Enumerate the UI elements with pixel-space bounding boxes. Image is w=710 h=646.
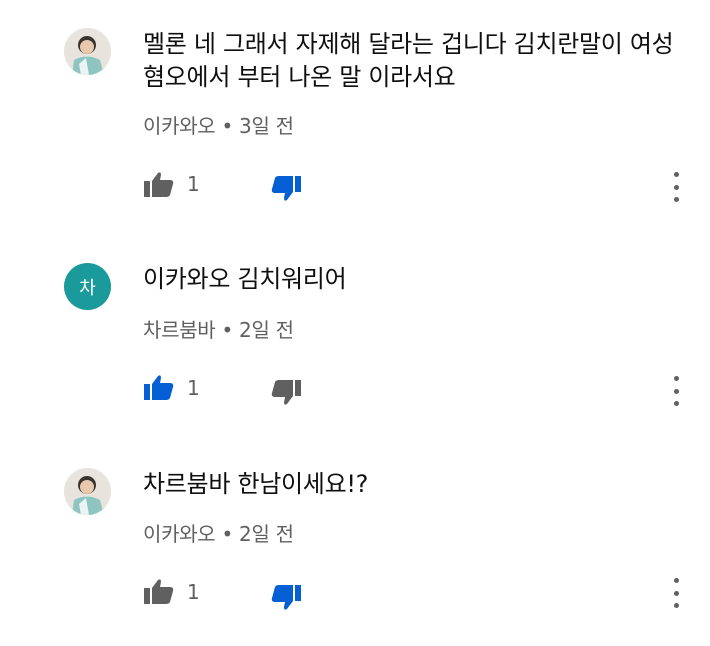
more-options-button[interactable] <box>666 172 686 202</box>
dot-icon <box>673 197 679 202</box>
comment-time: 3일 전 <box>239 114 294 138</box>
comment-text: 이카와오 김치워리어 <box>143 265 347 293</box>
user-avatar-photo-icon <box>64 28 111 75</box>
meta-separator: • <box>221 318 240 342</box>
comment-time: 2일 전 <box>239 318 294 342</box>
thumbs-down-icon <box>271 380 301 405</box>
avatar[interactable] <box>64 28 111 75</box>
meta-separator: • <box>221 114 240 138</box>
thumbs-up-icon <box>144 172 174 197</box>
author-name[interactable]: 차르붐바 <box>143 318 216 342</box>
like-button[interactable] <box>143 577 175 605</box>
thumbs-down-icon <box>271 585 301 610</box>
like-count: 1 <box>187 580 200 604</box>
more-options-button[interactable] <box>666 578 686 608</box>
dislike-button[interactable] <box>270 379 302 407</box>
more-options-button[interactable] <box>666 376 686 406</box>
avatar[interactable]: 차 <box>64 263 111 310</box>
dot-icon <box>673 603 679 608</box>
author-name[interactable]: 이카와오 <box>143 114 216 138</box>
dislike-button[interactable] <box>270 175 302 203</box>
thumbs-up-icon <box>144 579 174 604</box>
avatar-letter: 차 <box>79 277 96 299</box>
comment-text: 차르붐바 한남이세요!? <box>143 470 369 498</box>
avatar[interactable] <box>64 468 111 515</box>
comment-meta: 이카와오 • 3일 전 <box>143 110 294 139</box>
dot-icon <box>673 184 679 190</box>
meta-separator: • <box>221 522 240 546</box>
dot-icon <box>673 590 679 596</box>
dot-icon <box>673 388 679 394</box>
dot-icon <box>673 376 679 381</box>
author-name[interactable]: 이카와오 <box>143 522 216 546</box>
user-avatar-photo-icon <box>64 468 111 515</box>
like-button[interactable] <box>143 373 175 401</box>
comment-time: 2일 전 <box>239 522 294 546</box>
dot-icon <box>673 401 679 406</box>
thumbs-down-icon <box>271 176 301 201</box>
like-button[interactable] <box>143 170 175 198</box>
like-count: 1 <box>187 376 200 400</box>
dot-icon <box>673 578 679 583</box>
dot-icon <box>673 172 679 177</box>
like-count: 1 <box>187 172 200 196</box>
thumbs-up-icon <box>144 375 174 400</box>
comment-meta: 차르붐바 • 2일 전 <box>143 314 294 343</box>
comment-meta: 이카와오 • 2일 전 <box>143 518 294 547</box>
comment-text: 멜론 네 그래서 자제해 달라는 겁니다 김치란말이 여성혐오에서 부터 나온 … <box>143 30 674 91</box>
dislike-button[interactable] <box>270 584 302 612</box>
